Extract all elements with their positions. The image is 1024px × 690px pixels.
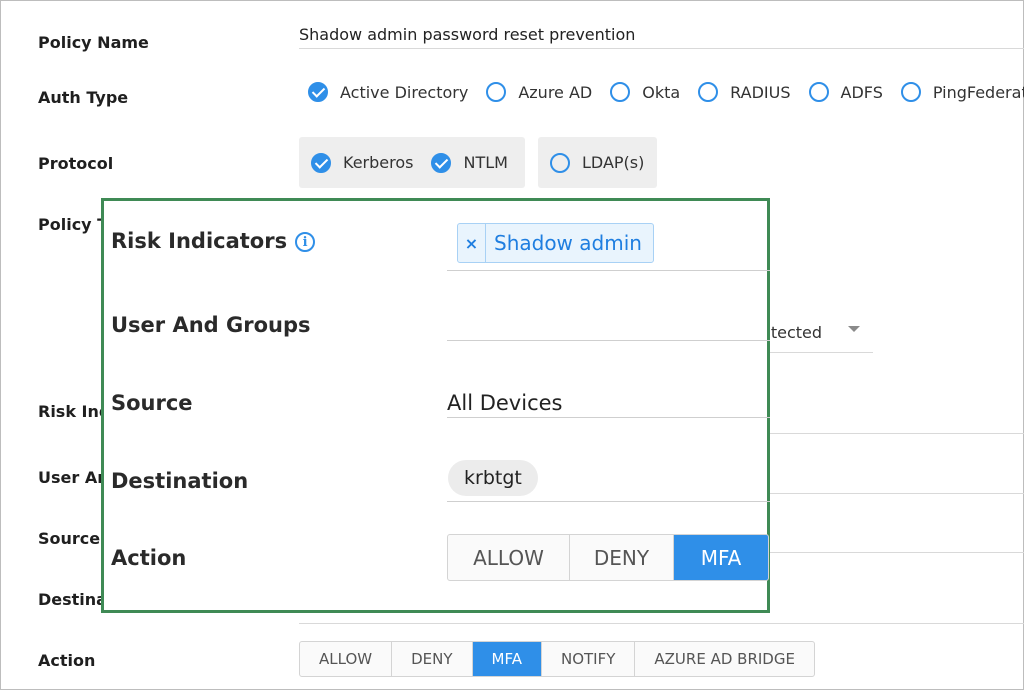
zoom-source-underline	[447, 417, 770, 418]
zoom-callout: Risk Indicators i × Shadow admin User And…	[101, 198, 770, 613]
protocol-option-label: LDAP(s)	[582, 153, 645, 172]
protocol-option-label: NTLM	[463, 153, 508, 172]
zoom-risk-underline	[447, 270, 770, 271]
auth-option-active-directory[interactable]: Active Directory	[308, 82, 468, 102]
zoom-action-mfa-button[interactable]: MFA	[674, 535, 768, 580]
destination-field-underline	[299, 623, 1024, 624]
zoom-risk-indicators-row: Risk Indicators i	[111, 229, 316, 253]
action-deny-button[interactable]: DENY	[392, 642, 473, 676]
auth-option-label: Azure AD	[518, 82, 593, 102]
auth-option-okta[interactable]: Okta	[610, 82, 680, 102]
zoom-source-label: Source	[111, 391, 193, 415]
protocol-group-kerberos-ntlm: Kerberos NTLM	[299, 137, 525, 188]
auth-option-label: PingFederate	[932, 82, 1024, 102]
policy-name-value: Shadow admin password reset prevention	[299, 25, 636, 44]
action-label: Action	[38, 651, 96, 670]
auth-option-label: Active Directory	[340, 82, 469, 102]
risk-indicator-tag: × Shadow admin	[457, 223, 654, 263]
auth-option-label: Okta	[642, 82, 681, 102]
zoom-action-segmented-control: ALLOW DENY MFA	[447, 534, 769, 581]
auth-option-azure-ad[interactable]: Azure AD	[486, 82, 592, 102]
protocol-option-ntlm[interactable]: NTLM	[431, 152, 508, 173]
info-icon[interactable]: i	[295, 232, 316, 252]
policy-form-window: Policy Name Shadow admin password reset …	[0, 0, 1024, 690]
users-groups-label: User An	[38, 468, 109, 487]
policy-name-label: Policy Name	[38, 33, 149, 52]
destination-chip[interactable]: krbtgt	[448, 460, 538, 496]
radio-empty-icon	[698, 82, 719, 102]
close-icon[interactable]: ×	[458, 224, 486, 262]
dropdown-underline	[761, 352, 873, 353]
check-circle-icon	[311, 152, 331, 173]
auth-option-adfs[interactable]: ADFS	[808, 82, 883, 102]
zoom-users-groups-label: User And Groups	[111, 313, 311, 337]
check-circle-icon	[308, 82, 328, 102]
zoom-action-allow-button[interactable]: ALLOW	[448, 535, 570, 580]
auth-option-pingfederate[interactable]: PingFederate	[900, 82, 1024, 102]
zoom-destination-label: Destination	[111, 469, 249, 493]
policy-name-input[interactable]: Shadow admin password reset prevention	[299, 1, 1024, 49]
zoom-action-label: Action	[111, 546, 187, 570]
action-notify-button[interactable]: NOTIFY	[542, 642, 636, 676]
source-field-underline	[770, 552, 1024, 553]
caret-down-icon[interactable]	[848, 326, 860, 332]
action-segmented-control: ALLOW DENY MFA NOTIFY AZURE AD BRIDGE	[299, 641, 815, 677]
risk-field-underline	[770, 433, 1024, 434]
protocol-option-label: Kerberos	[343, 153, 414, 172]
policy-type-dropdown-value[interactable]: etected	[761, 323, 822, 342]
auth-option-radius[interactable]: RADIUS	[698, 82, 791, 102]
action-mfa-button[interactable]: MFA	[472, 642, 542, 676]
radio-empty-icon	[808, 82, 829, 102]
destination-label: Destina	[38, 590, 107, 609]
policy-type-label: Policy T	[38, 215, 109, 234]
auth-option-label: ADFS	[840, 82, 883, 102]
protocol-group-ldap: LDAP(s)	[538, 137, 657, 188]
risk-indicators-label: Risk Ind	[38, 402, 111, 421]
users-field-underline	[770, 493, 1024, 494]
zoom-risk-indicators-label: Risk Indicators	[111, 229, 288, 253]
auth-type-label: Auth Type	[38, 88, 129, 107]
action-azure-ad-bridge-button[interactable]: AZURE AD BRIDGE	[635, 642, 814, 676]
zoom-action-deny-button[interactable]: DENY	[570, 535, 674, 580]
action-allow-button[interactable]: ALLOW	[300, 642, 393, 676]
protocol-option-kerberos[interactable]: Kerberos	[311, 152, 414, 173]
radio-empty-icon	[900, 82, 921, 102]
zoom-destination-underline	[447, 501, 770, 502]
protocol-label: Protocol	[38, 154, 114, 173]
zoom-users-input[interactable]	[447, 340, 770, 341]
source-label: Source	[38, 529, 101, 548]
zoom-source-value[interactable]: All Devices	[447, 391, 562, 415]
auth-option-label: RADIUS	[730, 82, 791, 102]
check-circle-icon	[431, 152, 452, 173]
radio-empty-icon	[486, 82, 507, 102]
auth-type-options: Active Directory Azure AD Okta RADIUS AD…	[308, 82, 1024, 102]
protocol-option-ldap[interactable]: LDAP(s)	[550, 152, 645, 173]
radio-empty-icon	[550, 152, 570, 173]
risk-indicator-tag-label: Shadow admin	[494, 231, 642, 255]
radio-empty-icon	[610, 82, 631, 102]
